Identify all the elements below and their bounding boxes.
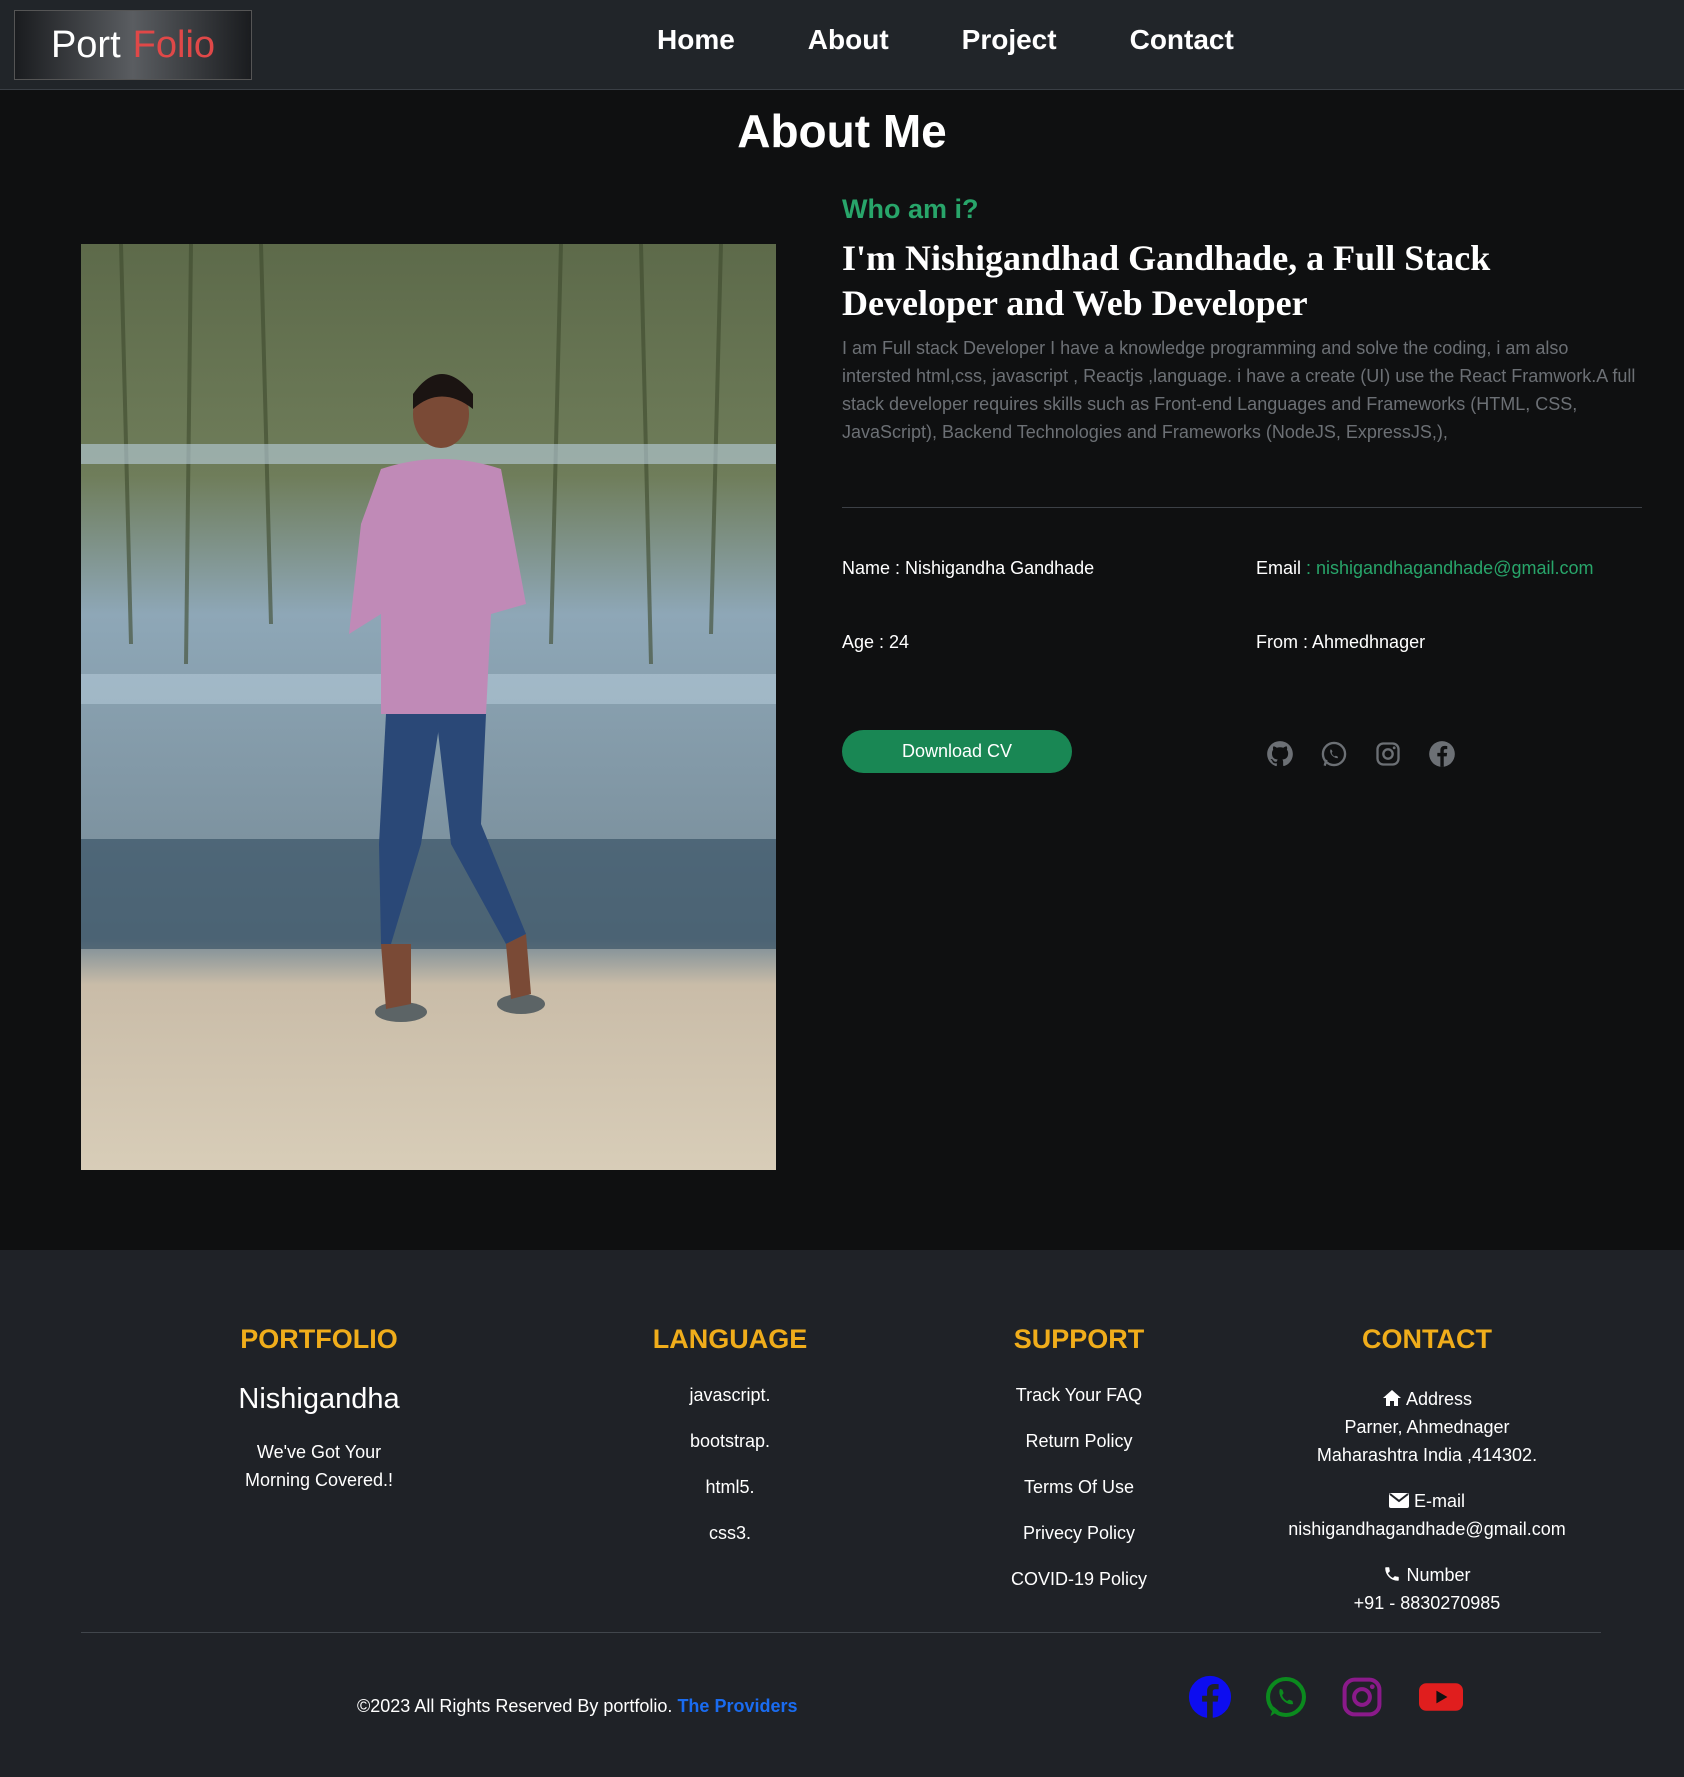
copyright-text: ©2023 All Rights Reserved By portfolio. [357,1696,673,1716]
footer-language: LANGUAGE javascript. bootstrap. html5. c… [630,1324,830,1544]
language-heading: LANGUAGE [652,1324,808,1354]
footer-contact: CONTACT Address Parner, Ahmednager Mahar… [1277,1324,1577,1617]
whatsapp-icon[interactable] [1320,740,1348,768]
footer-portfolio: PORTFOLIO Nishigandha We've Got Your Mor… [219,1324,419,1494]
contact-heading: CONTACT [1362,1324,1492,1354]
email-value[interactable]: : nishigandhagandhade@gmail.com [1301,558,1593,578]
number-block: Number [1277,1561,1577,1589]
who-am-i-label: Who am i? [842,194,979,224]
from-info: From : Ahmedhnager [1256,632,1426,652]
language-item[interactable]: html5. [630,1477,830,1498]
email-label: E-mail [1414,1491,1466,1511]
navbar: Port Folio Home About Project Contact [0,0,1684,90]
portfolio-tagline-1: We've Got Your [256,1442,382,1462]
footer: PORTFOLIO Nishigandha We've Got Your Mor… [0,1250,1684,1777]
phone-icon [1383,1565,1401,1585]
number-label: Number [1406,1565,1471,1585]
email-info: Email : nishigandhagandhade@gmail.com [1256,558,1593,579]
headline: I'm Nishigandhad Gandhade, a Full Stack … [842,238,1491,323]
support-item[interactable]: Privecy Policy [979,1523,1179,1544]
facebook-icon[interactable] [1428,740,1456,768]
nav-about[interactable]: About [808,24,889,56]
section-title: About Me [737,105,947,157]
about-section: About Me Who am i? I'm Nishigandhad Gand… [0,90,1684,1250]
github-icon[interactable] [1266,740,1294,768]
whatsapp-icon[interactable] [1264,1675,1308,1719]
profile-photo [81,244,776,1170]
description: I am Full stack Developer I have a knowl… [842,338,1636,442]
language-item[interactable]: javascript. [630,1385,830,1406]
address-label: Address [1405,1389,1473,1409]
nav-links: Home About Project Contact [657,24,1307,56]
nav-home[interactable]: Home [657,24,735,56]
support-item[interactable]: Terms Of Use [979,1477,1179,1498]
address-block: Address [1277,1385,1577,1413]
email-label: Email [1256,558,1302,578]
instagram-icon[interactable] [1374,740,1402,768]
copyright: ©2023 All Rights Reserved By portfolio. … [357,1696,797,1717]
footer-social-links [1188,1675,1463,1719]
providers-link[interactable]: The Providers [677,1696,797,1716]
nav-contact[interactable]: Contact [1130,24,1234,56]
instagram-icon[interactable] [1340,1675,1384,1719]
portfolio-heading: PORTFOLIO [240,1324,398,1354]
support-item[interactable]: COVID-19 Policy [979,1569,1179,1590]
social-links [1266,740,1456,768]
footer-support: SUPPORT Track Your FAQ Return Policy Ter… [979,1324,1179,1590]
brand-first: Port [50,23,121,66]
youtube-icon[interactable] [1416,1675,1463,1719]
nav-project[interactable]: Project [962,24,1057,56]
home-icon [1382,1389,1402,1409]
address-line-1: Parner, Ahmednager [1344,1417,1510,1437]
facebook-icon[interactable] [1188,1675,1232,1719]
divider [842,507,1642,508]
portfolio-name: Nishigandha [238,1383,400,1415]
footer-divider [81,1632,1601,1633]
language-item[interactable]: css3. [630,1523,830,1544]
address-line-2: Maharashtra India ,414302. [1316,1445,1538,1465]
portfolio-tagline-2: Morning Covered.! [244,1470,394,1490]
language-item[interactable]: bootstrap. [630,1431,830,1452]
envelope-icon [1388,1491,1409,1511]
email-value[interactable]: nishigandhagandhade@gmail.com [1277,1515,1577,1543]
support-heading: SUPPORT [1013,1324,1145,1354]
name-info: Name : Nishigandha Gandhade [842,558,1095,578]
support-item[interactable]: Return Policy [979,1431,1179,1452]
brand-second: Folio [132,23,216,66]
age-info: Age : 24 [842,632,910,652]
download-cv-button[interactable]: Download CV [842,730,1072,773]
brand-logo[interactable]: Port Folio [14,10,252,80]
number-value: +91 - 8830270985 [1353,1593,1501,1613]
support-item[interactable]: Track Your FAQ [979,1385,1179,1406]
email-block: E-mail [1277,1487,1577,1515]
